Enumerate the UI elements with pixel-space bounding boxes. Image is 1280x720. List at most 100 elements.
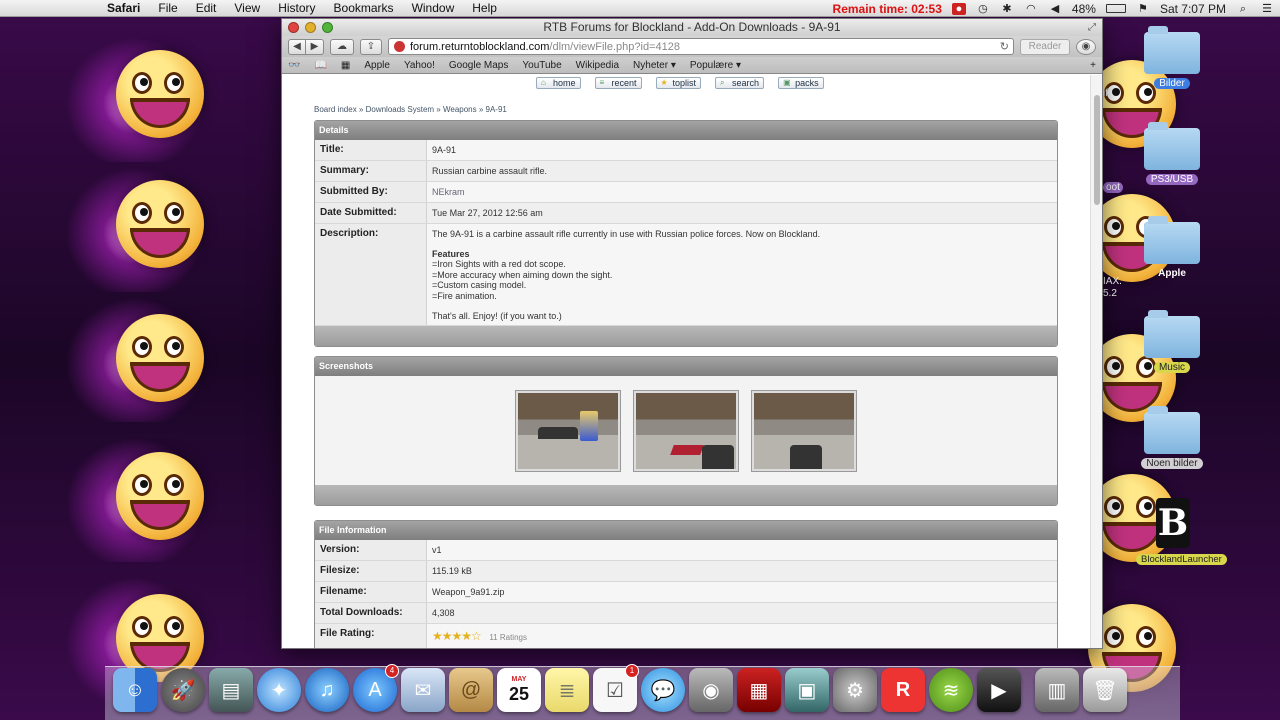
bookmark-populaere-menu[interactable]: Populære ▾ bbox=[690, 60, 741, 71]
calendar-month: MAY bbox=[511, 676, 527, 683]
screenshot-thumbnail[interactable] bbox=[515, 389, 621, 472]
icloud-tabs-button[interactable]: ☁ bbox=[330, 38, 354, 55]
menu-app-safari[interactable]: Safari bbox=[98, 1, 149, 15]
notification-list-icon[interactable]: ☰ bbox=[1260, 3, 1274, 15]
nav-packs-button[interactable]: ▣ packs bbox=[778, 77, 824, 89]
dock-image-capture-icon[interactable]: ▤ bbox=[209, 668, 253, 712]
dock-calendar-icon[interactable]: MAY 25 bbox=[497, 668, 541, 712]
dock-downloads-stack-icon[interactable]: ▥ bbox=[1035, 668, 1079, 712]
desktop-icon-apple[interactable]: Apple bbox=[1137, 216, 1207, 279]
dock-finder-icon[interactable]: ☺ bbox=[113, 668, 157, 712]
forward-button[interactable]: ▶ bbox=[306, 38, 324, 55]
volume-icon[interactable]: ◀ bbox=[1048, 3, 1062, 15]
screenshot-thumbnail[interactable] bbox=[633, 389, 739, 472]
dock-trash-icon[interactable]: 🗑 bbox=[1083, 668, 1127, 712]
dock-screen-recorder-icon[interactable]: ▶ bbox=[977, 668, 1021, 712]
menu-edit[interactable]: Edit bbox=[187, 1, 226, 15]
top-sites-icon[interactable]: ▦ bbox=[341, 60, 350, 71]
dock-photo-booth-icon[interactable]: ▦ bbox=[737, 668, 781, 712]
nav-home-button[interactable]: ⌂ home bbox=[536, 77, 581, 89]
desktop-icon-noen-bilder[interactable]: Noen bilder bbox=[1137, 406, 1207, 469]
nav-packs-label: packs bbox=[795, 78, 819, 88]
page-scrollbar[interactable] bbox=[1090, 75, 1102, 648]
bookmark-google-maps[interactable]: Google Maps bbox=[449, 60, 508, 71]
address-bar[interactable]: forum.returntoblockland.com /dlm/viewFil… bbox=[388, 38, 1014, 55]
nav-search-button[interactable]: ⌕ search bbox=[715, 77, 765, 89]
close-button[interactable] bbox=[288, 22, 299, 33]
bookmark-yahoo[interactable]: Yahoo! bbox=[404, 60, 435, 71]
menu-clock[interactable]: Sat 7:07 PM bbox=[1160, 2, 1226, 16]
dock-safari-icon[interactable]: ✦ bbox=[257, 668, 301, 712]
dock-notes-icon[interactable]: ≣ bbox=[545, 668, 589, 712]
bookmarks-book-icon[interactable]: 📖 bbox=[314, 60, 326, 71]
file-info-header: File Information bbox=[315, 521, 1057, 540]
record-icon[interactable]: ● bbox=[951, 2, 966, 15]
folder-icon bbox=[1144, 26, 1200, 74]
back-button[interactable]: ◀ bbox=[288, 38, 306, 55]
bookmark-apple[interactable]: Apple bbox=[364, 60, 390, 71]
flag-icon[interactable]: ⚑ bbox=[1136, 3, 1150, 15]
desktop-icon-bilder[interactable]: Bilder bbox=[1137, 26, 1207, 89]
submitted-by-link[interactable]: NEkram bbox=[427, 182, 1057, 202]
reading-list-icon[interactable]: 👓 bbox=[288, 60, 300, 71]
screenshot-thumbnail[interactable] bbox=[751, 389, 857, 472]
bookmark-nyheter-menu[interactable]: Nyheter ▾ bbox=[633, 60, 676, 71]
battery-icon[interactable] bbox=[1105, 4, 1126, 13]
dock-itunes-icon[interactable]: ♫ bbox=[305, 668, 349, 712]
package-icon: ▣ bbox=[783, 78, 791, 87]
file-row-downloads: Total Downloads: 4,308 bbox=[315, 603, 1057, 624]
menu-bookmarks[interactable]: Bookmarks bbox=[325, 1, 403, 15]
dock-system-preferences-icon[interactable]: ⚙ bbox=[833, 668, 877, 712]
menu-file[interactable]: File bbox=[149, 1, 186, 15]
nav-toplist-button[interactable]: ★ toplist bbox=[655, 77, 702, 89]
menu-history[interactable]: History bbox=[269, 1, 324, 15]
desktop-icon-ps3-usb[interactable]: PS3/USB bbox=[1137, 122, 1207, 185]
page-content: ⌂ home ≡ recent ★ toplist ⌕ search ▣ packs Bo… bbox=[282, 75, 1102, 648]
share-button[interactable]: ⇪ bbox=[360, 38, 382, 55]
screenshots-header: Screenshots bbox=[315, 357, 1057, 376]
fullscreen-icon[interactable]: ⤢ bbox=[1088, 19, 1096, 36]
nav-recent-button[interactable]: ≡ recent bbox=[594, 77, 642, 89]
new-tab-plus-icon[interactable]: + bbox=[1090, 60, 1096, 71]
minimize-button[interactable] bbox=[305, 22, 316, 33]
dock-mail-icon[interactable]: ✉ bbox=[401, 668, 445, 712]
bluetooth-icon[interactable]: ✱ bbox=[1000, 3, 1014, 15]
menu-window[interactable]: Window bbox=[403, 1, 464, 15]
battery-percent[interactable]: 48% bbox=[1072, 2, 1096, 16]
desktop-icon-blockland-launcher[interactable]: B BlocklandLauncher bbox=[1136, 498, 1227, 565]
rating-stars-icon[interactable]: ★★★★☆ bbox=[432, 629, 482, 643]
dock-launchpad-icon[interactable]: 🚀 bbox=[161, 668, 205, 712]
rating-value[interactable]: ★★★★☆ 11 Ratings bbox=[427, 624, 1057, 648]
dock-iphoto-icon[interactable]: ▣ bbox=[785, 668, 829, 712]
dock-spotify-icon[interactable]: ≋ bbox=[929, 668, 973, 712]
zoom-button[interactable] bbox=[322, 22, 333, 33]
spotlight-search-icon[interactable]: ⌕ bbox=[1236, 3, 1250, 15]
scrollbar-thumb[interactable] bbox=[1094, 95, 1100, 205]
wifi-icon[interactable]: ◠ bbox=[1024, 3, 1038, 15]
breadcrumb[interactable]: Board index » Downloads System » Weapons… bbox=[314, 105, 507, 114]
dock-reminders-icon[interactable]: ☑ 1 bbox=[593, 664, 639, 712]
desktop-icon-music[interactable]: Music bbox=[1137, 310, 1207, 373]
dock-messages-icon[interactable]: 💬 bbox=[641, 668, 685, 712]
feature-item: =Custom casing model. bbox=[432, 280, 527, 290]
screenshot-gallery bbox=[315, 376, 1057, 485]
reload-icon[interactable]: ↻ bbox=[1000, 40, 1009, 53]
dock-contacts-icon[interactable]: @ bbox=[449, 668, 493, 712]
date-submitted-label: Date Submitted: bbox=[315, 203, 427, 223]
remain-time-status[interactable]: Remain time: 02:53 bbox=[833, 2, 942, 16]
downloads-value: 4,308 bbox=[427, 603, 1057, 623]
file-row-version: Version: v1 bbox=[315, 540, 1057, 561]
bookmark-youtube[interactable]: YouTube bbox=[522, 60, 561, 71]
app-store-badge: 4 bbox=[385, 664, 399, 678]
dock-app-store-icon[interactable]: A4 bbox=[353, 664, 399, 712]
menu-view[interactable]: View bbox=[225, 1, 269, 15]
reader-button[interactable]: Reader bbox=[1020, 38, 1070, 55]
filename-link[interactable]: Weapon_9a91.zip bbox=[427, 582, 1057, 602]
dock-roblox-icon[interactable]: R bbox=[881, 668, 925, 712]
menu-help[interactable]: Help bbox=[463, 1, 506, 15]
downloads-button[interactable]: ◉ bbox=[1076, 38, 1096, 55]
dock-facetime-icon[interactable]: ◉ bbox=[689, 668, 733, 712]
time-machine-icon[interactable]: ◷ bbox=[976, 3, 990, 15]
bookmark-wikipedia[interactable]: Wikipedia bbox=[576, 60, 619, 71]
title-value: 9A-91 bbox=[427, 140, 1057, 160]
